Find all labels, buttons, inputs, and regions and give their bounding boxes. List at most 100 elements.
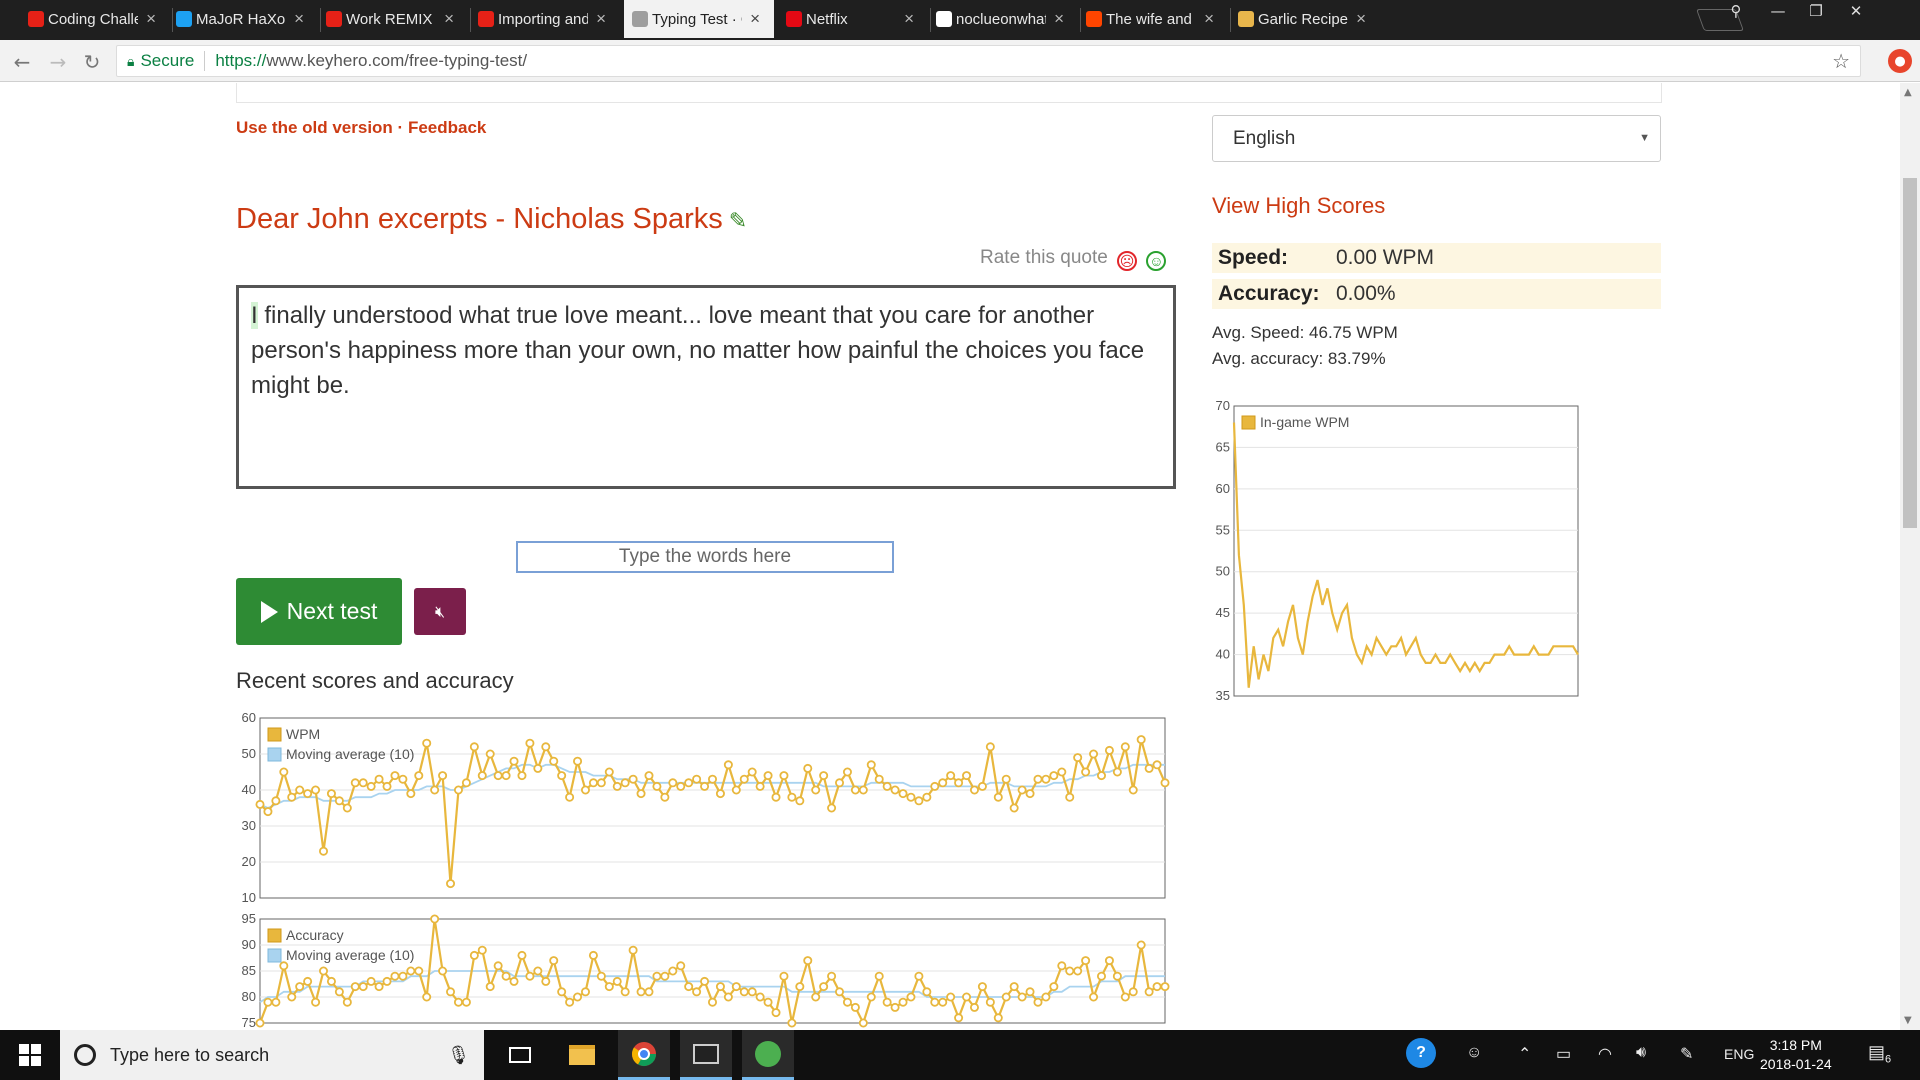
back-icon[interactable]: ←	[8, 48, 36, 76]
happy-face-icon[interactable]: ☺	[1146, 251, 1167, 271]
tab-close-icon[interactable]: ×	[444, 9, 454, 29]
sad-face-icon[interactable]: ☹	[1117, 251, 1138, 271]
battery-icon[interactable]: ▭	[1556, 1044, 1571, 1064]
pen-icon[interactable]: ✎	[1680, 1044, 1693, 1064]
quote-title-text: Dear John excerpts - Nicholas Sparks	[236, 203, 723, 235]
taskbar-search[interactable]: Type here to search 🎙︎	[60, 1030, 484, 1080]
browser-tab[interactable]: Garlic Recipes - ×	[1230, 0, 1380, 38]
data-point	[398, 971, 408, 981]
atom-icon[interactable]	[742, 1030, 794, 1080]
data-point	[652, 971, 662, 981]
data-point	[422, 992, 432, 1002]
data-point	[1049, 771, 1059, 781]
tab-close-icon[interactable]: ×	[294, 9, 304, 29]
data-point	[827, 803, 837, 813]
start-button[interactable]	[0, 1030, 60, 1080]
terminal-icon[interactable]	[680, 1030, 732, 1080]
tab-close-icon[interactable]: ×	[904, 9, 914, 29]
scroll-down-icon[interactable]: ▼	[1904, 1015, 1912, 1026]
window-min-button[interactable]: —	[1762, 0, 1794, 22]
microphone-icon[interactable]: 🎙︎	[447, 1045, 470, 1066]
browser-tab[interactable]: Importing and e ×	[470, 0, 620, 38]
data-point	[803, 956, 813, 966]
page-scrollbar[interactable]: ▲ ▼	[1900, 83, 1920, 1030]
data-point	[842, 997, 852, 1007]
next-test-button[interactable]: Next test	[236, 578, 402, 645]
data-point	[668, 778, 678, 788]
language-indicator[interactable]: ENG	[1724, 1046, 1754, 1062]
window-close-button[interactable]: ✕	[1840, 0, 1872, 22]
data-point	[739, 987, 749, 997]
data-point	[779, 771, 789, 781]
language-select[interactable]: English ▼	[1212, 115, 1661, 162]
browser-tab[interactable]: MaJoR HaXoR (@ ×	[168, 0, 318, 38]
address-bar[interactable]: 🔒︎ Secure https:// www.keyhero.com/free-…	[116, 45, 1861, 77]
reload-icon[interactable]: ↻	[78, 48, 106, 76]
data-point	[1001, 992, 1011, 1002]
data-point	[1136, 940, 1146, 950]
data-point	[319, 846, 329, 856]
data-point	[1144, 763, 1154, 773]
volume-icon[interactable]: 🔊︎	[1636, 1044, 1646, 1062]
data-point	[366, 781, 376, 791]
scrollbar-thumb[interactable]	[1903, 178, 1917, 528]
data-point	[954, 1013, 964, 1023]
pencil-icon[interactable]: ✎	[729, 208, 747, 234]
file-explorer-icon[interactable]	[556, 1030, 608, 1080]
data-point	[461, 997, 471, 1007]
notification-icon[interactable]: ▤6	[1868, 1042, 1891, 1066]
y-tick-label: 35	[1216, 688, 1230, 703]
browser-tab[interactable]: The wife and the ×	[1078, 0, 1228, 38]
people-icon[interactable]: ☺	[1466, 1044, 1482, 1062]
browser-tab[interactable]: noclueonwhatto ×	[928, 0, 1078, 38]
rate-quote: Rate this quote ☹ ☺	[980, 247, 1167, 271]
high-scores-link[interactable]: View High Scores	[1212, 193, 1385, 219]
data-point	[636, 789, 646, 799]
scroll-up-icon[interactable]: ▲	[1904, 87, 1912, 98]
data-point	[707, 774, 717, 784]
data-point	[930, 997, 940, 1007]
data-point	[962, 771, 972, 781]
bookmark-star-icon[interactable]: ☆	[1832, 49, 1850, 74]
data-point	[795, 982, 805, 992]
data-point	[1073, 753, 1083, 763]
tab-close-icon[interactable]: ×	[750, 9, 760, 29]
forward-icon[interactable]: →	[44, 48, 72, 76]
task-view-icon[interactable]	[494, 1030, 546, 1080]
browser-tab[interactable]: Netflix ×	[778, 0, 928, 38]
tab-favicon-icon	[176, 11, 192, 27]
tab-close-icon[interactable]: ×	[1054, 9, 1064, 29]
tab-title: Garlic Recipes -	[1258, 10, 1349, 28]
mute-button[interactable]: 🔇︎	[414, 588, 466, 635]
browser-tab[interactable]: Work REMIX | ×	[318, 0, 468, 38]
extension-icon[interactable]: ●	[1888, 49, 1912, 73]
feedback-link[interactable]: Feedback	[408, 118, 486, 137]
data-point	[1025, 789, 1035, 799]
old-version-link[interactable]: Use the old version	[236, 118, 393, 137]
tab-close-icon[interactable]: ×	[1204, 9, 1214, 29]
wifi-icon[interactable]: ◠	[1598, 1044, 1612, 1064]
tab-close-icon[interactable]: ×	[146, 9, 156, 29]
data-point	[255, 1018, 265, 1028]
link-separator: ·	[392, 118, 408, 137]
help-icon[interactable]: ?	[1406, 1038, 1436, 1068]
data-point	[755, 781, 765, 791]
data-point	[1017, 992, 1027, 1002]
typing-input[interactable]: Type the words here	[516, 541, 894, 573]
data-point	[604, 982, 614, 992]
clock[interactable]: 3:18 PM 2018-01-24	[1760, 1036, 1832, 1074]
browser-tab[interactable]: Coding Challeng ×	[20, 0, 170, 38]
cortana-icon	[74, 1044, 96, 1066]
chrome-icon[interactable]	[618, 1030, 670, 1080]
data-point	[422, 738, 432, 748]
tab-close-icon[interactable]: ×	[1356, 9, 1366, 29]
data-point	[1001, 774, 1011, 784]
browser-tab[interactable]: Typing Test · Che ×	[624, 0, 774, 38]
window-max-button[interactable]: ❐	[1800, 0, 1832, 22]
data-point	[930, 781, 940, 791]
tab-close-icon[interactable]: ×	[596, 9, 606, 29]
data-point	[771, 1008, 781, 1018]
profile-icon[interactable]: ⚲	[1720, 0, 1752, 22]
chevron-up-icon[interactable]: ⌃	[1518, 1044, 1531, 1064]
data-point	[1081, 767, 1091, 777]
